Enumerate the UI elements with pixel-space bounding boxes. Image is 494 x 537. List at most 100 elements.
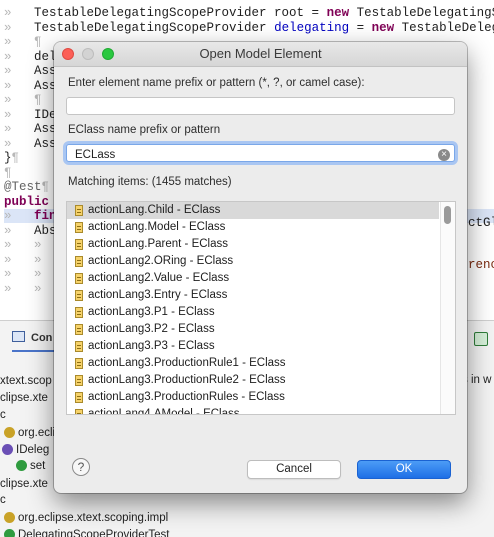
list-item[interactable]: actionLang.Parent - EClass	[67, 236, 439, 253]
tab-console-label: Con	[31, 332, 53, 344]
code-line: » TestableDelegatingScopeProvider root =…	[4, 6, 494, 20]
code-line: » »	[4, 267, 42, 281]
code-line: » »	[4, 238, 42, 252]
eclass-icon	[75, 222, 83, 233]
tree-item[interactable]: clipse.xte	[0, 476, 48, 492]
tree-item-label: set	[30, 460, 46, 472]
matching-items-list[interactable]: actionLang.Child - EClass actionLang.Mode…	[66, 201, 456, 415]
tree-item-label: org.eclipse.xtext.scoping.impl	[18, 512, 169, 524]
eclass-icon	[75, 409, 83, 414]
list-item[interactable]: actionLang.Model - EClass	[67, 219, 439, 236]
eclass-icon	[75, 392, 83, 403]
list-item-label: actionLang.Child - EClass	[88, 204, 221, 216]
clear-search-icon[interactable]: ×	[438, 149, 450, 161]
list-item-label: actionLang3.ProductionRule1 - EClass	[88, 357, 286, 369]
tree-item-icon	[4, 512, 15, 523]
list-item[interactable]: actionLang3.P1 - EClass	[67, 304, 439, 321]
list-item-label: actionLang3.P2 - EClass	[88, 323, 215, 335]
tree-item[interactable]: org.eclipse.xtext.scoping.impl	[4, 510, 168, 526]
tree-item[interactable]: IDeleg	[2, 442, 49, 458]
matching-items-label: Matching items: (1455 matches)	[68, 176, 232, 188]
element-name-field[interactable]	[66, 97, 455, 116]
list-item-label: actionLang.Parent - EClass	[88, 238, 228, 250]
eclass-icon	[75, 307, 83, 318]
list-item[interactable]: actionLang3.ProductionRules - EClass	[67, 389, 439, 406]
tree-item-label: clipse.xte	[0, 478, 48, 490]
tree-item-icon	[16, 460, 27, 471]
list-item[interactable]: actionLang2.Value - EClass	[67, 270, 439, 287]
tree-item[interactable]: xtext.scop	[0, 373, 52, 389]
list-item[interactable]: actionLang4.AModel - EClass	[67, 406, 439, 415]
element-name-input[interactable]	[67, 100, 454, 116]
list-item-label: actionLang3.P1 - EClass	[88, 306, 215, 318]
list-item[interactable]: actionLang3.Entry - EClass	[67, 287, 439, 304]
eclass-icon	[75, 239, 83, 250]
code-line: » Ass	[4, 136, 57, 151]
code-line: » Abs	[4, 223, 57, 238]
tree-item-label: xtext.scop	[0, 375, 52, 387]
tree-item-label: IDeleg	[16, 444, 50, 456]
ok-button[interactable]: OK	[357, 460, 451, 479]
scrollbar-thumb[interactable]	[444, 206, 451, 224]
list-item-label: actionLang3.ProductionRules - EClass	[88, 391, 285, 403]
code-line: public	[4, 194, 50, 209]
code-line: » ¶	[4, 93, 42, 107]
tree-item[interactable]: c	[0, 407, 6, 423]
code-line: @Test¶	[4, 180, 50, 194]
eclass-icon	[75, 273, 83, 284]
code-line: » »	[4, 252, 42, 267]
eclass-icon	[75, 256, 83, 267]
help-icon[interactable]: ?	[72, 458, 90, 476]
dialog-titlebar: Open Model Element	[54, 42, 467, 67]
tree-item[interactable]: set	[16, 458, 45, 474]
eclass-icon	[75, 205, 83, 216]
eclass-name-field[interactable]: ×	[66, 144, 455, 163]
editor-fragment-1: ctGl	[468, 216, 494, 230]
eclass-icon	[75, 375, 83, 386]
code-line: » TestableDelegatingScopeProvider delega…	[4, 20, 494, 35]
code-line: » ¶	[4, 35, 42, 49]
list-item[interactable]: actionLang3.P2 - EClass	[67, 321, 439, 338]
code-line: » del	[4, 49, 57, 64]
code-line: » IDe	[4, 107, 57, 122]
eclass-icon	[75, 324, 83, 335]
list-item[interactable]: actionLang.Child - EClass	[67, 202, 439, 219]
tree-item[interactable]: clipse.xte	[0, 390, 48, 406]
tree-item-label: c	[0, 409, 6, 421]
console-icon	[12, 331, 25, 342]
code-line: » Ass	[4, 122, 57, 136]
eclass-icon	[75, 290, 83, 301]
eclass-icon	[75, 341, 83, 352]
editor-fragment-2: rence	[468, 258, 494, 272]
hierarchy-icon[interactable]	[474, 332, 488, 346]
eclass-name-input[interactable]	[67, 147, 454, 163]
code-line: » Ass	[4, 78, 57, 93]
tree-item-label: c	[0, 494, 6, 506]
list-item-label: actionLang3.Entry - EClass	[88, 289, 228, 301]
list-item-label: actionLang4.AModel - EClass	[88, 408, 240, 415]
list-item-label: actionLang2.Value - EClass	[88, 272, 230, 284]
list-scrollbar[interactable]	[440, 202, 455, 414]
open-model-element-dialog: Open Model Element Enter element name pr…	[54, 42, 467, 493]
code-line: }¶	[4, 151, 20, 165]
tree-item-label: DelegatingScopeProviderTest	[18, 529, 170, 537]
code-line: ¶	[4, 165, 12, 180]
list-item-label: actionLang.Model - EClass	[88, 221, 226, 233]
tree-item[interactable]: c	[0, 492, 6, 508]
tree-item-label: clipse.xte	[0, 392, 48, 404]
list-item[interactable]: actionLang3.ProductionRule1 - EClass	[67, 355, 439, 372]
dialog-title: Open Model Element	[199, 46, 322, 61]
list-item[interactable]: actionLang2.ORing - EClass	[67, 253, 439, 270]
tree-item[interactable]: DelegatingScopeProviderTest	[4, 527, 170, 537]
eclass-name-label: EClass name prefix or pattern	[68, 124, 221, 136]
list-item[interactable]: actionLang3.ProductionRule2 - EClass	[67, 372, 439, 389]
code-line: » »	[4, 281, 42, 296]
tree-item-icon	[4, 529, 15, 537]
list-item-label: actionLang3.P3 - EClass	[88, 340, 215, 352]
tree-item-icon	[4, 427, 15, 438]
element-name-label: Enter element name prefix or pattern (*,…	[68, 77, 365, 89]
cancel-button[interactable]: Cancel	[247, 460, 341, 479]
list-item[interactable]: actionLang3.P3 - EClass	[67, 338, 439, 355]
list-item-label: actionLang3.ProductionRule2 - EClass	[88, 374, 286, 386]
code-line: » Ass	[4, 64, 57, 78]
